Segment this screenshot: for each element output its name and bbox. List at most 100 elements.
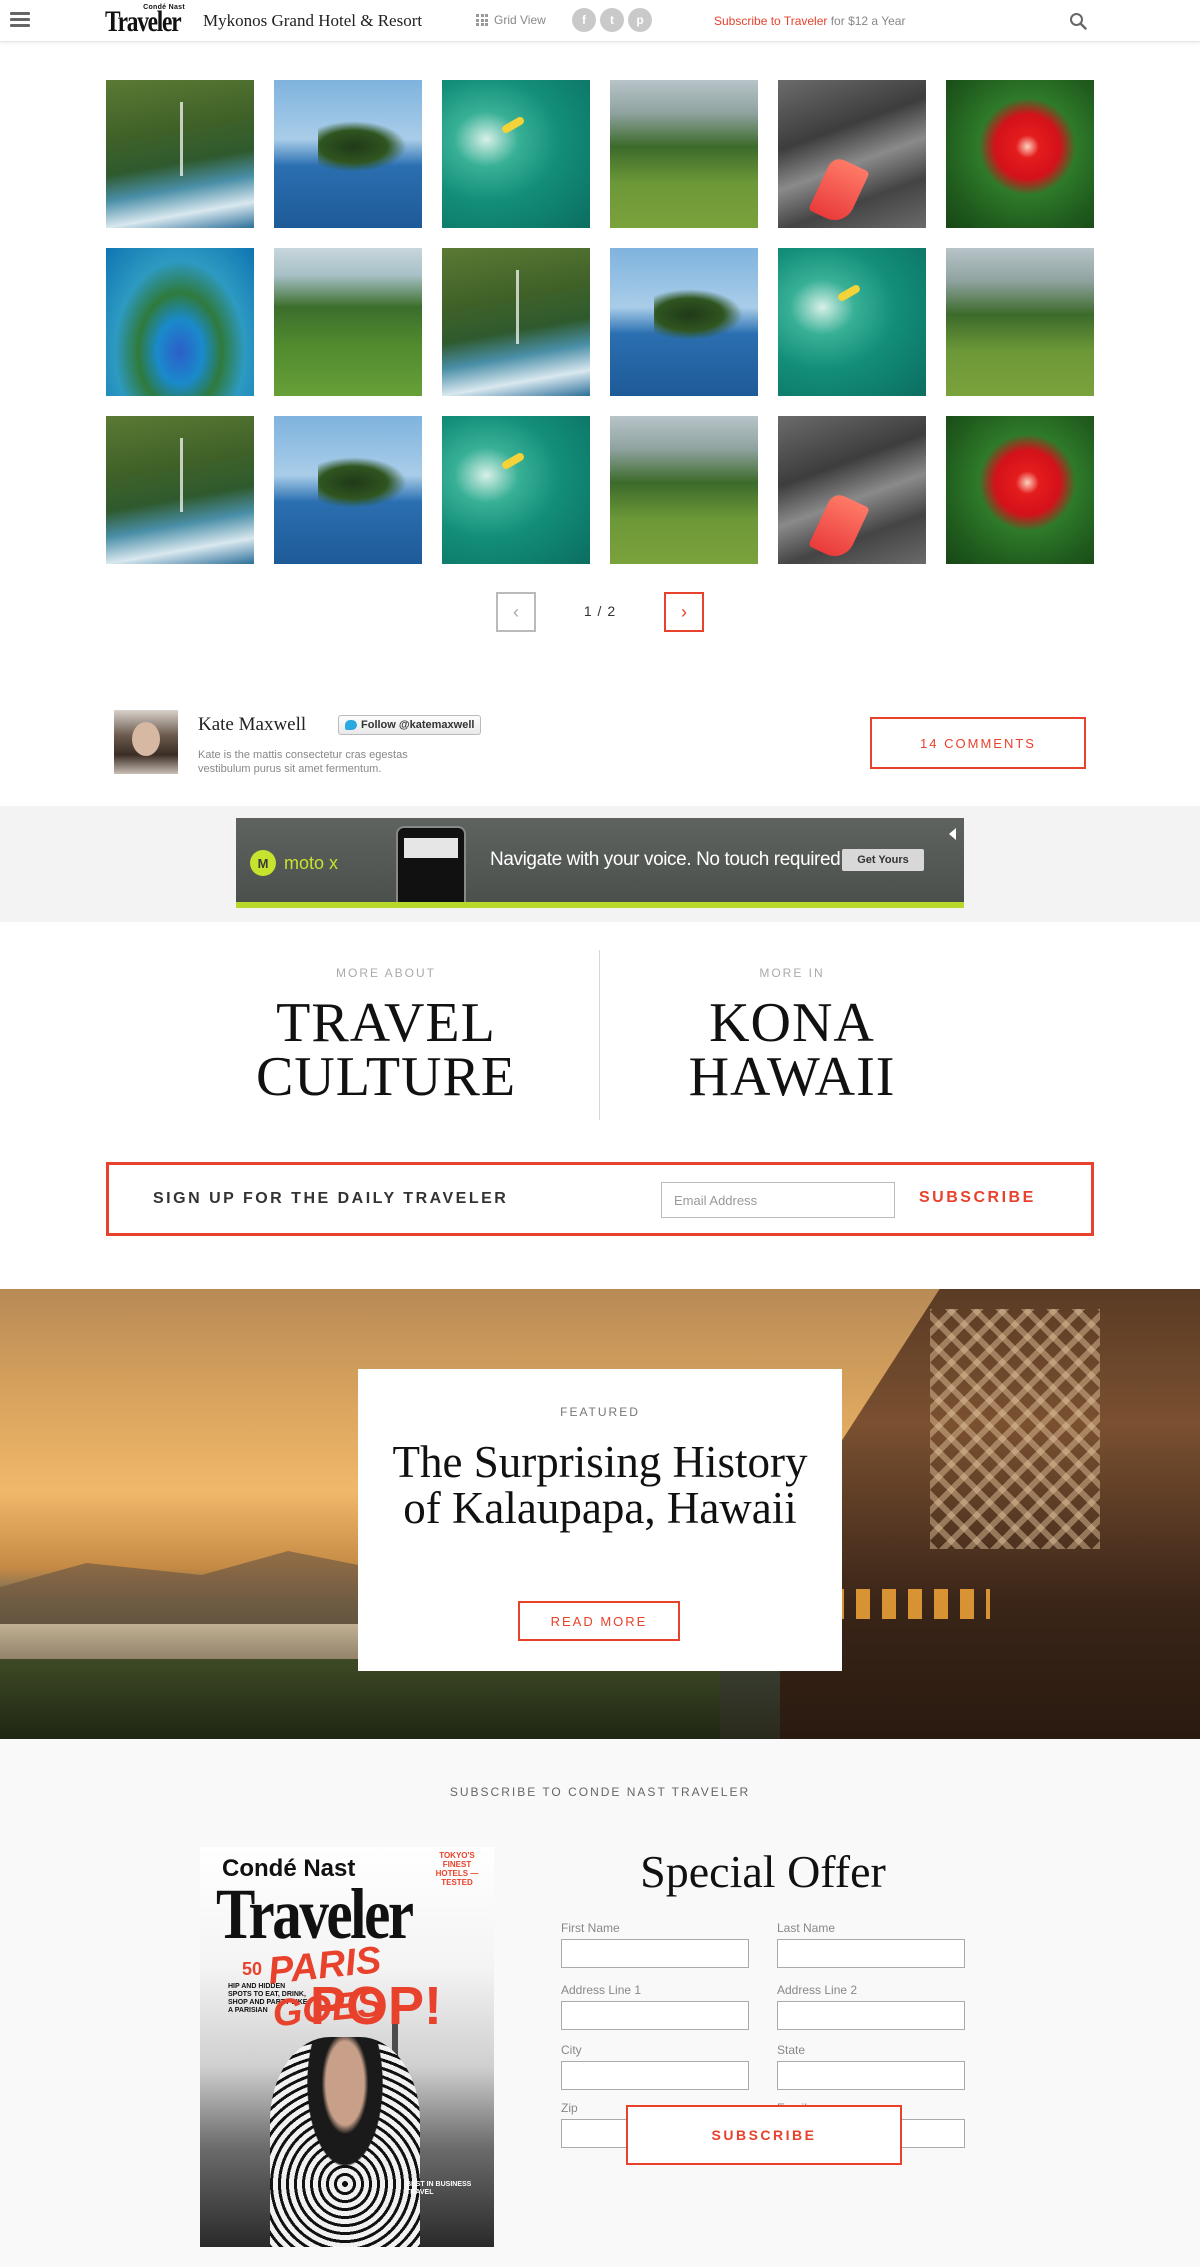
thumb-palm-island[interactable] (610, 248, 758, 396)
more-topics: MORE ABOUT TRAVEL CULTURE MORE IN KONA H… (0, 950, 1200, 1120)
author-bio: Kate is the mattis consectetur cras eges… (198, 749, 408, 775)
newsletter-signup: SIGN UP FOR THE DAILY TRAVELER Email Add… (106, 1162, 1094, 1236)
motorola-icon: M (250, 850, 276, 876)
thumb-green-valley[interactable] (946, 248, 1094, 396)
lanterns (830, 1589, 990, 1619)
subscribe-link[interactable]: Subscribe to Traveler for $12 a Year (714, 14, 905, 28)
cover-headline-pop: POP! (310, 1976, 443, 2036)
magazine-cover: Condé Nast Traveler TOKYO'S FINEST HOTEL… (200, 1847, 494, 2247)
thumb-resort-aerial[interactable] (106, 248, 254, 396)
social-links: f t p (572, 8, 652, 32)
last-name-input[interactable] (777, 1939, 965, 1968)
address-line-2-input[interactable] (777, 2001, 965, 2030)
thumb-surfer[interactable] (442, 80, 590, 228)
ad-cta-button[interactable]: Get Yours (842, 849, 924, 871)
more-in-title: KONA HAWAII (592, 992, 992, 1108)
thumb-palm-island[interactable] (274, 416, 422, 564)
more-about-title: TRAVEL CULTURE (186, 995, 586, 1108)
twitter-follow-button[interactable]: Follow @katemaxwell (338, 715, 482, 735)
ad-band: M moto x Navigate with your voice. No to… (0, 806, 1200, 922)
subscribe-submit-button[interactable]: SUBSCRIBE (626, 2105, 902, 2165)
state-label: State (777, 2043, 806, 2057)
newsletter-subscribe-button[interactable]: SUBSCRIBE (919, 1189, 1036, 1207)
search-icon[interactable] (1069, 12, 1087, 30)
facebook-icon[interactable]: f (572, 8, 596, 32)
featured-story: FEATURED The Surprising History of Kalau… (0, 1289, 1200, 1739)
first-name-label: First Name (561, 1921, 620, 1935)
thumb-green-valley[interactable] (610, 416, 758, 564)
magazine-subscribe-section: SUBSCRIBE TO CONDE NAST TRAVELER Condé N… (0, 1739, 1200, 2267)
city-label: City (561, 2043, 582, 2057)
more-in-title-line2: HAWAII (688, 1046, 896, 1108)
more-about-label: MORE ABOUT (335, 966, 436, 980)
read-more-button[interactable]: READ MORE (518, 1601, 680, 1641)
comments-button[interactable]: 14 COMMENTS (870, 717, 1086, 769)
ad-tagline: Navigate with your voice. No touch requi… (490, 849, 846, 870)
moto-x-banner-ad[interactable]: M moto x Navigate with your voice. No to… (236, 818, 964, 908)
thumb-red-hibiscus[interactable] (946, 80, 1094, 228)
featured-title[interactable]: The Surprising History of Kalaupapa, Haw… (390, 1439, 810, 1531)
lattice-facade (930, 1309, 1100, 1549)
page-count: 1 / 2 (583, 603, 617, 619)
follow-label: Follow @katemaxwell (361, 719, 475, 731)
grid-view-label: Grid View (494, 13, 546, 27)
photo-grid (106, 80, 1094, 564)
thumb-green-valley[interactable] (610, 80, 758, 228)
thumb-lava-flow[interactable] (778, 80, 926, 228)
cover-tag: TOKYO'S FINEST HOTELS — TESTED (435, 1851, 479, 1887)
moto-logo: M moto x (250, 850, 338, 876)
address-line-1-input[interactable] (561, 2001, 749, 2030)
ad-collapse-icon[interactable] (949, 828, 956, 840)
traveler-logo[interactable]: Condé Nast Traveler (105, 4, 185, 38)
ad-accent-bar (236, 902, 964, 908)
thumb-palm-island[interactable] (274, 80, 422, 228)
city-input[interactable] (561, 2061, 749, 2090)
more-about-title-line2: CULTURE (255, 1046, 517, 1108)
thumb-lava-flow[interactable] (778, 416, 926, 564)
more-in-title-line1: KONA (709, 992, 875, 1054)
pinterest-icon[interactable]: p (628, 8, 652, 32)
thumb-waterfall-cliff[interactable] (442, 248, 590, 396)
state-input[interactable] (777, 2061, 965, 2090)
author-name[interactable]: Kate Maxwell (198, 714, 306, 736)
first-name-input[interactable] (561, 1939, 749, 1968)
email-input[interactable]: Email Address (661, 1182, 895, 1218)
subscribe-heading: SUBSCRIBE TO CONDE NAST TRAVELER (449, 1785, 751, 1799)
cover-model-image (270, 2037, 420, 2247)
grid-view-toggle[interactable]: Grid View (476, 13, 546, 27)
thumb-waterfall-cliff[interactable] (106, 80, 254, 228)
cover-best: BEST IN BUSINESS TRAVEL (406, 2181, 472, 2196)
thumb-valley-view[interactable] (274, 248, 422, 396)
more-about-travel-culture[interactable]: MORE ABOUT TRAVEL CULTURE (186, 950, 586, 1108)
thumb-waterfall-cliff[interactable] (106, 416, 254, 564)
address-line-1-field: Address Line 1 (561, 1983, 749, 2030)
address-line-2-field: Address Line 2 (777, 1983, 965, 2030)
first-name-field: First Name (561, 1921, 749, 1968)
menu-icon[interactable] (10, 12, 30, 28)
author-block: Kate Maxwell Follow @katemaxwell Kate is… (114, 710, 1086, 780)
logo-wordmark: Traveler (105, 5, 182, 38)
last-name-label: Last Name (777, 1921, 836, 1935)
ad-brand: moto x (284, 852, 339, 873)
author-avatar[interactable] (114, 710, 178, 774)
state-field: State (777, 2043, 965, 2090)
thumb-surfer[interactable] (778, 248, 926, 396)
address-line-1-label: Address Line 1 (561, 1983, 642, 1997)
gallery-pager: ‹ 1 / 2 › (496, 592, 704, 632)
cover-count: 50 (242, 1959, 263, 1979)
twitter-bird-icon (345, 720, 357, 730)
city-field: City (561, 2043, 749, 2090)
phone-image (396, 826, 466, 908)
more-in-kona-hawaii[interactable]: MORE IN KONA HAWAII (592, 950, 992, 1108)
last-name-field: Last Name (777, 1921, 965, 1968)
subscribe-price: for $12 a Year (827, 14, 906, 28)
next-page-button[interactable]: › (664, 592, 704, 632)
tree-line-scenery (0, 1659, 720, 1739)
thumb-surfer[interactable] (442, 416, 590, 564)
twitter-icon[interactable]: t (600, 8, 624, 32)
featured-label: FEATURED (560, 1405, 640, 1419)
thumb-red-hibiscus[interactable] (946, 416, 1094, 564)
top-nav-bar: Condé Nast Traveler Mykonos Grand Hotel … (0, 0, 1200, 42)
prev-page-button[interactable]: ‹ (496, 592, 536, 632)
newsletter-label: SIGN UP FOR THE DAILY TRAVELER (153, 1190, 509, 1207)
